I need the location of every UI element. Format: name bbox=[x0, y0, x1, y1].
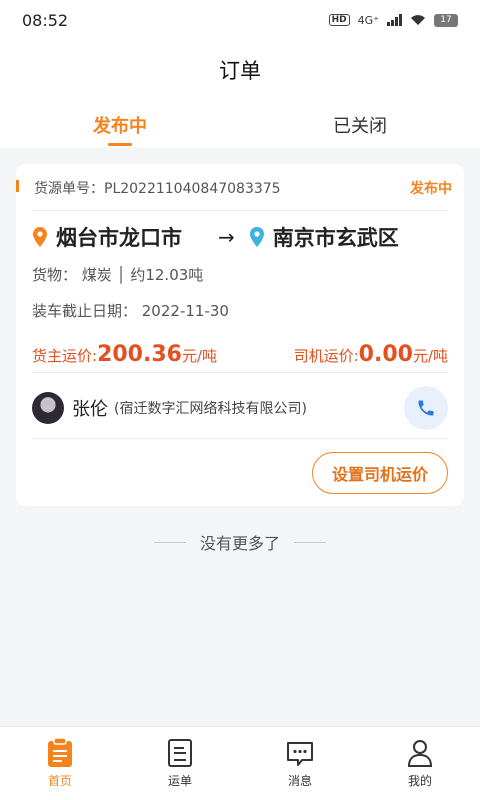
shipper-price: 货主运价:200.36元/吨 bbox=[32, 342, 217, 367]
nav-messages-label: 消息 bbox=[287, 774, 312, 788]
arrow-right-icon: → bbox=[218, 225, 235, 249]
signal-icon bbox=[387, 14, 402, 26]
nav-waybill-label: 运单 bbox=[167, 774, 192, 788]
shipper-price-unit: 元/吨 bbox=[181, 347, 218, 365]
shipper-price-value: 200.36 bbox=[97, 342, 182, 367]
no-more-indicator: 没有更多了 bbox=[0, 530, 480, 554]
set-driver-price-button[interactable]: 设置司机运价 bbox=[312, 452, 448, 494]
bottom-nav: 首页 运单 消息 我的 bbox=[0, 726, 480, 800]
divider bbox=[32, 438, 448, 439]
origin-pin-icon bbox=[33, 227, 47, 247]
home-doc-icon bbox=[48, 738, 72, 767]
driver-row: 张伦 (宿迁数字汇网络科技有限公司) bbox=[32, 386, 448, 430]
status-time: 08:52 bbox=[22, 10, 69, 30]
destination-city: 南京市玄武区 bbox=[272, 226, 399, 250]
order-card[interactable]: 货源单号：PL202211040847083375 发布中 烟台市龙口市 → 南… bbox=[16, 164, 464, 506]
no-more-text: 没有更多了 bbox=[199, 534, 280, 553]
order-number-label: 货源单号： bbox=[34, 181, 104, 197]
tab-publishing-label: 发布中 bbox=[93, 116, 147, 137]
waybill-icon bbox=[168, 739, 192, 767]
network-type: 4G⁺ bbox=[357, 13, 379, 27]
status-badge: 发布中 bbox=[410, 181, 452, 197]
hd-icon: HD bbox=[328, 14, 350, 26]
tab-closed[interactable]: 已关闭 bbox=[240, 100, 480, 148]
nav-messages[interactable]: 消息 bbox=[240, 727, 360, 800]
driver-price: 司机运价:0.00元/吨 bbox=[294, 342, 448, 367]
status-bar: 08:52 HD 4G⁺ 17 bbox=[0, 0, 480, 40]
cargo-info: 货物： 煤炭 │ 约12.03吨 bbox=[32, 266, 204, 284]
driver-price-value: 0.00 bbox=[358, 342, 413, 367]
price-row: 货主运价:200.36元/吨 司机运价:0.00元/吨 bbox=[32, 342, 448, 367]
status-icons: HD 4G⁺ 17 bbox=[328, 13, 458, 27]
order-card-header: 货源单号：PL202211040847083375 发布中 bbox=[16, 176, 464, 200]
battery-icon: 17 bbox=[434, 13, 458, 27]
order-tabs: 发布中 已关闭 bbox=[0, 100, 480, 148]
tab-publishing[interactable]: 发布中 bbox=[0, 100, 240, 148]
company-name: (宿迁数字汇网络科技有限公司) bbox=[114, 401, 307, 417]
divider bbox=[32, 372, 448, 373]
nav-waybill[interactable]: 运单 bbox=[120, 727, 240, 800]
tab-closed-label: 已关闭 bbox=[333, 116, 387, 137]
page-title: 订单 bbox=[219, 59, 261, 83]
nav-home-label: 首页 bbox=[47, 774, 72, 788]
phone-icon bbox=[418, 400, 434, 416]
accent-bar bbox=[16, 180, 19, 192]
nav-profile-label: 我的 bbox=[407, 774, 432, 788]
divider bbox=[153, 541, 186, 543]
route: 烟台市龙口市 → 南京市玄武区 bbox=[32, 222, 448, 252]
nav-home[interactable]: 首页 bbox=[0, 727, 120, 800]
shipper-price-label: 货主运价: bbox=[32, 347, 98, 365]
divider bbox=[294, 541, 326, 543]
order-number-value: PL202211040847083375 bbox=[104, 181, 281, 197]
nav-profile[interactable]: 我的 bbox=[360, 727, 480, 800]
profile-icon bbox=[407, 740, 433, 767]
driver-price-label: 司机运价: bbox=[293, 347, 359, 365]
origin-city: 烟台市龙口市 bbox=[56, 226, 182, 250]
order-number: 货源单号：PL202211040847083375 bbox=[34, 178, 281, 198]
page-header: 订单 bbox=[0, 40, 480, 100]
driver-name: 张伦 bbox=[72, 399, 108, 420]
avatar bbox=[32, 392, 64, 424]
destination-pin-icon bbox=[249, 227, 264, 247]
divider bbox=[32, 210, 448, 211]
call-button[interactable] bbox=[404, 386, 448, 430]
wifi-icon bbox=[411, 15, 425, 25]
message-icon bbox=[287, 742, 313, 766]
loading-deadline: 装车截止日期： 2022-11-30 bbox=[32, 302, 229, 320]
driver-price-unit: 元/吨 bbox=[412, 347, 448, 365]
